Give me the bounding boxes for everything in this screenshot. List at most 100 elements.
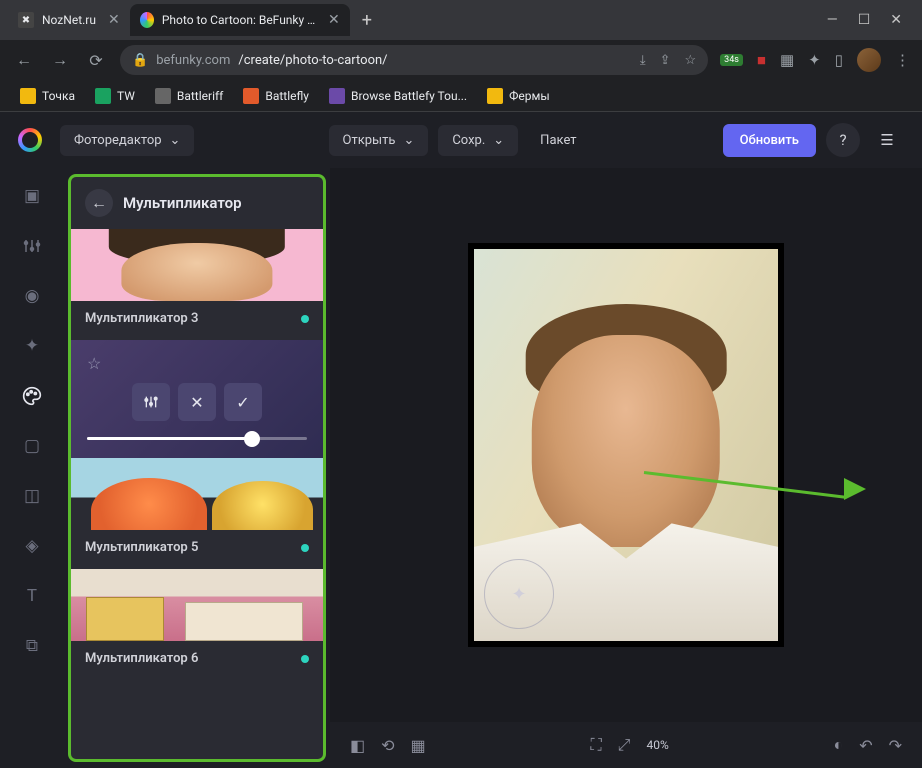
arrow-left-icon: ← bbox=[91, 193, 107, 213]
forward-icon[interactable]: → bbox=[48, 50, 72, 70]
install-icon[interactable]: ⤓ bbox=[640, 53, 646, 68]
sliders-icon bbox=[23, 237, 41, 255]
grid-icon[interactable]: ▦ bbox=[411, 736, 426, 755]
profile-avatar[interactable] bbox=[857, 48, 881, 72]
redo-icon[interactable]: ↷ bbox=[889, 736, 902, 755]
tab-favicon: ✖ bbox=[18, 12, 34, 28]
reading-list-icon[interactable]: ▯ bbox=[835, 51, 843, 69]
compare-icon[interactable]: ◐ bbox=[834, 735, 844, 755]
lock-icon: 🔒 bbox=[132, 53, 148, 68]
sidebar-item-adjust[interactable] bbox=[12, 226, 52, 266]
open-dropdown[interactable]: Открыть ⌄ bbox=[329, 125, 429, 156]
share-icon[interactable]: ⇪ bbox=[660, 53, 671, 68]
apply-button[interactable]: ✓ bbox=[224, 383, 262, 421]
browser-tab[interactable]: ✖ NozNet.ru ✕ bbox=[8, 4, 130, 36]
batch-button[interactable]: Пакет bbox=[528, 125, 588, 156]
actual-size-icon[interactable]: ⤢ bbox=[618, 735, 631, 755]
bookmark-label: TW bbox=[117, 89, 135, 103]
palette-icon bbox=[22, 386, 42, 406]
bookmark-item[interactable]: Точка bbox=[12, 84, 83, 108]
rotate-icon[interactable]: ⟲ bbox=[381, 736, 394, 755]
effects-list[interactable]: Мультипликатор 3 ☆ ✕ ✓ bbox=[71, 229, 323, 759]
effect-card[interactable]: Мультипликатор 6 bbox=[71, 569, 323, 676]
address-bar[interactable]: 🔒 befunky.com/create/photo-to-cartoon/ ⤓… bbox=[120, 45, 708, 75]
site-icon bbox=[329, 88, 345, 104]
hamburger-icon: ☰ bbox=[880, 131, 893, 149]
canvas-frame: ✦ bbox=[468, 243, 784, 647]
site-icon bbox=[243, 88, 259, 104]
app-logo[interactable] bbox=[18, 128, 42, 152]
cancel-button[interactable]: ✕ bbox=[178, 383, 216, 421]
sidebar-item-overlay[interactable]: ◈ bbox=[12, 526, 52, 566]
effect-card[interactable]: Мультипликатор 3 bbox=[71, 229, 323, 336]
sidebar-item-image[interactable]: ▣ bbox=[12, 176, 52, 216]
upgrade-button[interactable]: Обновить bbox=[723, 124, 816, 157]
effect-name: Мультипликатор 3 bbox=[85, 311, 198, 326]
editor-dropdown[interactable]: Фоторедактор ⌄ bbox=[60, 125, 194, 156]
window-controls: — ☐ ✕ bbox=[827, 12, 914, 28]
save-label: Сохр. bbox=[452, 133, 485, 148]
undo-icon[interactable]: ↶ bbox=[859, 736, 872, 755]
bookmark-label: Точка bbox=[42, 89, 75, 103]
status-dot bbox=[301, 315, 309, 323]
extension-icon[interactable]: ■ bbox=[757, 51, 766, 69]
panel-title: Мультипликатор bbox=[123, 194, 242, 212]
open-label: Открыть bbox=[343, 133, 396, 148]
effect-card[interactable]: Мультипликатор 5 bbox=[71, 458, 323, 565]
menu-button[interactable]: ☰ bbox=[870, 123, 904, 157]
new-tab-button[interactable]: + bbox=[350, 10, 384, 31]
bookmark-item[interactable]: Battlefly bbox=[235, 84, 317, 108]
kebab-menu-icon[interactable]: ⋮ bbox=[895, 51, 910, 69]
settings-button[interactable] bbox=[132, 383, 170, 421]
bookmark-label: Browse Battlefy Tou... bbox=[351, 89, 467, 103]
crop-icon[interactable]: ◧ bbox=[350, 736, 365, 755]
close-window-icon[interactable]: ✕ bbox=[890, 12, 902, 28]
sidebar-item-sparkle[interactable]: ✦ bbox=[12, 326, 52, 366]
effect-thumbnail bbox=[71, 229, 323, 301]
sidebar-item-eye[interactable]: ◉ bbox=[12, 276, 52, 316]
sidebar-item-layers[interactable]: ⧉ bbox=[12, 626, 52, 666]
sidebar-item-shapes[interactable]: ◫ bbox=[12, 476, 52, 516]
maximize-icon[interactable]: ☐ bbox=[858, 12, 871, 28]
panel-back-button[interactable]: ← bbox=[85, 189, 113, 217]
reload-icon[interactable]: ⟳ bbox=[84, 51, 108, 70]
save-dropdown[interactable]: Сохр.⌄ bbox=[438, 125, 518, 156]
chevron-down-icon: ⌄ bbox=[403, 133, 414, 148]
bookmark-item[interactable]: Battleriff bbox=[147, 84, 231, 108]
bookmarks-bar: Точка TW Battleriff Battlefly Browse Bat… bbox=[0, 80, 922, 112]
bookmark-item[interactable]: Фермы bbox=[479, 84, 558, 108]
slider-fill bbox=[87, 437, 252, 440]
browser-tab-active[interactable]: Photo to Cartoon: BeFunky - Cart ✕ bbox=[130, 4, 350, 36]
sidebar-item-artsy[interactable] bbox=[12, 376, 52, 416]
tab-favicon bbox=[140, 12, 154, 28]
bookmark-item[interactable]: TW bbox=[87, 84, 143, 108]
sidebar-item-frame[interactable]: ▢ bbox=[12, 426, 52, 466]
zoom-value[interactable]: 40% bbox=[646, 738, 668, 752]
url-host: befunky.com bbox=[156, 53, 230, 68]
sliders-icon bbox=[143, 394, 159, 410]
canvas-area[interactable]: ✦ bbox=[330, 168, 922, 722]
bookmark-item[interactable]: Browse Battlefy Tou... bbox=[321, 84, 475, 108]
slider-thumb[interactable] bbox=[244, 431, 260, 447]
browser-tab-strip: ✖ NozNet.ru ✕ Photo to Cartoon: BeFunky … bbox=[0, 0, 922, 40]
bookmark-star-icon[interactable]: ☆ bbox=[684, 53, 696, 68]
fit-icon[interactable]: ⛶ bbox=[590, 735, 601, 755]
extension-badge[interactable]: 34s bbox=[720, 54, 743, 66]
editor-label: Фоторедактор bbox=[74, 133, 162, 148]
minimize-icon[interactable]: — bbox=[827, 12, 838, 28]
effect-thumbnail bbox=[71, 569, 323, 641]
help-button[interactable]: ? bbox=[826, 123, 860, 157]
help-icon: ? bbox=[839, 131, 846, 149]
favorite-button[interactable]: ☆ bbox=[87, 354, 307, 373]
url-path: /create/photo-to-cartoon/ bbox=[238, 53, 387, 68]
extension-icon[interactable]: ▦ bbox=[780, 51, 794, 69]
chevron-down-icon: ⌄ bbox=[170, 133, 181, 148]
close-icon[interactable]: ✕ bbox=[328, 12, 340, 28]
bookmark-label: Фермы bbox=[509, 89, 550, 103]
back-icon[interactable]: ← bbox=[12, 50, 36, 70]
close-icon[interactable]: ✕ bbox=[108, 12, 120, 28]
sheet-icon bbox=[95, 88, 111, 104]
intensity-slider[interactable] bbox=[87, 437, 307, 440]
extensions-puzzle-icon[interactable]: ✦ bbox=[808, 51, 821, 69]
sidebar-item-text[interactable]: T bbox=[12, 576, 52, 616]
